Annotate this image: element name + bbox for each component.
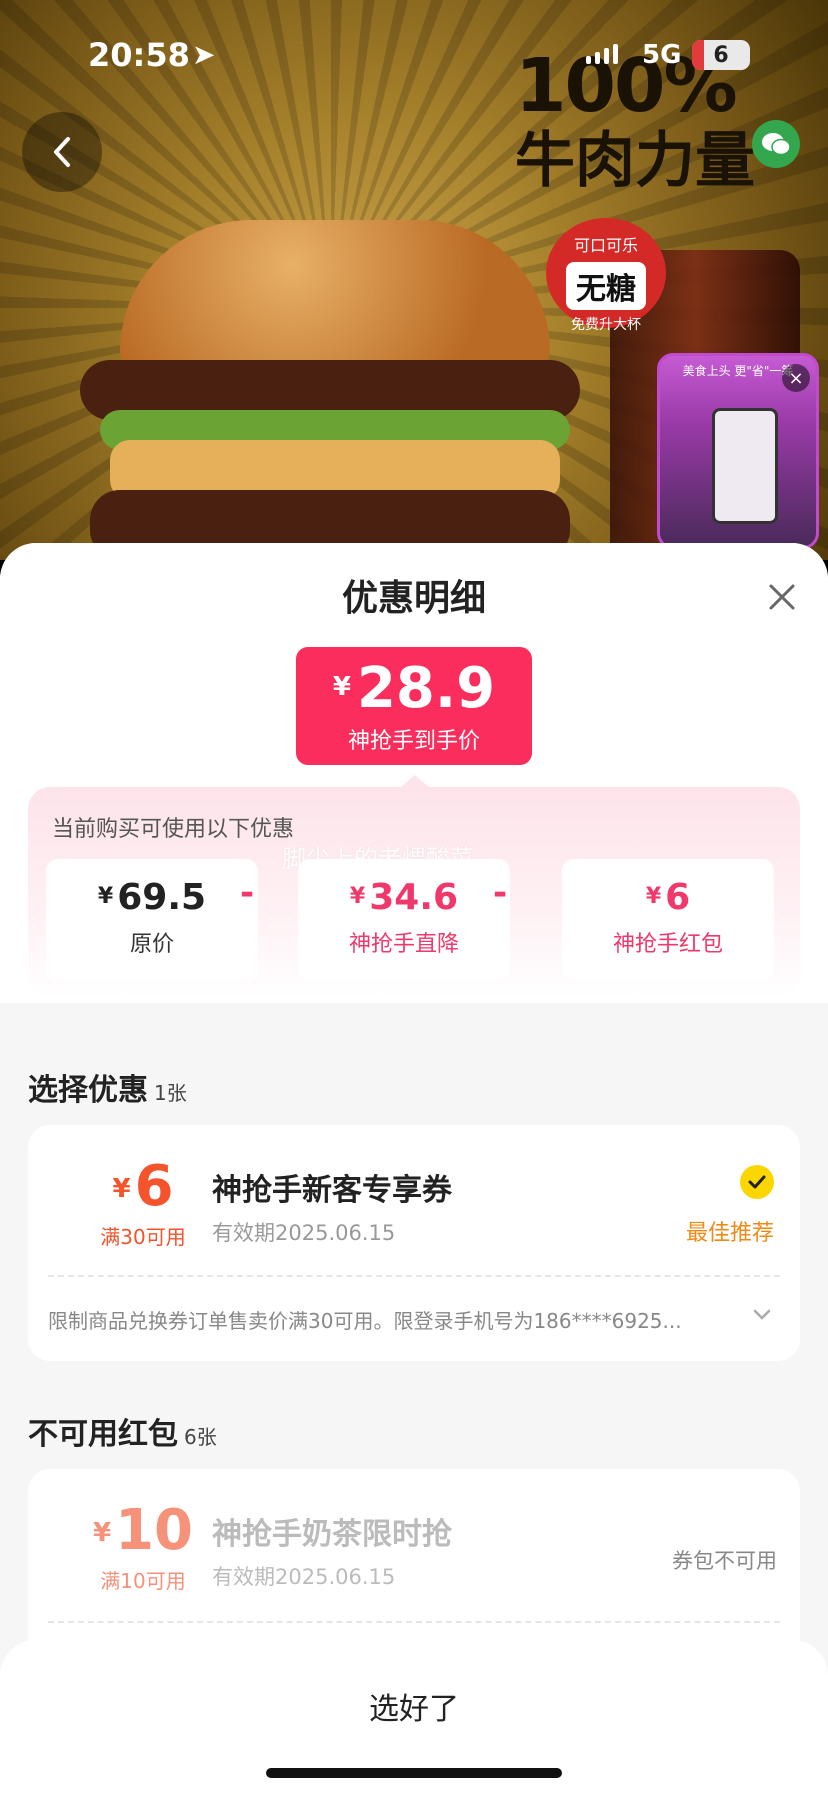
final-price-amount: 28.9	[356, 656, 496, 721]
price-pointer	[401, 775, 429, 787]
badge-brand: 可口可乐	[573, 236, 638, 255]
final-price: ¥28.9	[296, 657, 532, 719]
back-button[interactable]	[22, 112, 102, 192]
battery-icon: 6	[692, 40, 750, 70]
minus-sign: -	[493, 873, 508, 913]
unavailable-count: 6张	[184, 1425, 217, 1449]
home-indicator	[266, 1768, 562, 1778]
chevron-down-icon[interactable]	[752, 1307, 772, 1326]
status-time: 20:58	[88, 36, 190, 74]
close-icon	[769, 584, 795, 610]
hero-title-line2: 牛肉力量	[515, 125, 755, 196]
coupon-value: ¥10 满10可用	[68, 1501, 218, 1594]
phone-image	[712, 408, 778, 524]
signal-icon	[586, 44, 618, 64]
coupon-rule: 限制商品兑换券订单售卖价满30可用。限登录手机号为186****6925...	[48, 1309, 682, 1333]
price-breakdown-panel: 当前购买可使用以下优惠 脚尖上的老煨酸菜 ¥69.5 原价 - ¥34.6 神抢…	[28, 787, 800, 997]
badge-sub: 免费升大杯	[571, 317, 641, 333]
original-price-label: 原价	[129, 932, 174, 957]
direct-discount-value: ¥34.6	[349, 877, 459, 918]
available-title: 选择优惠	[28, 1073, 148, 1108]
sheet-title: 优惠明细	[341, 578, 486, 619]
final-price-currency: ¥	[332, 672, 351, 702]
direct-discount-card: ¥34.6 神抢手直降	[298, 859, 510, 981]
coupon-expiry: 有效期2025.06.15	[212, 1221, 396, 1245]
burger-image	[80, 220, 580, 560]
original-price-card: ¥69.5 原价	[46, 859, 258, 981]
unavailable-title: 不可用红包	[28, 1417, 178, 1452]
close-button[interactable]	[758, 573, 806, 621]
chevron-left-icon	[54, 137, 70, 167]
red-packet-label: 神抢手红包	[612, 932, 723, 957]
unavailable-status: 券包不可用	[672, 1549, 777, 1573]
final-price-label: 神抢手到手价	[347, 729, 480, 754]
hero-banner: 100% 牛肉力量 可口可乐 无糖 免费升大杯 美食上头 更"省"一筹 ×	[0, 0, 828, 560]
red-packet-value: ¥6	[645, 877, 691, 918]
bottom-action-bar: 选好了	[0, 1640, 828, 1795]
unavailable-section-title: 不可用红包 6张	[28, 1409, 217, 1453]
final-price-box: ¥28.9 神抢手到手价	[296, 647, 532, 765]
coupon-expiry: 有效期2025.06.15	[212, 1565, 396, 1589]
network-type: 5G	[642, 40, 682, 70]
best-recommend-tag: 最佳推荐	[686, 1221, 775, 1246]
coupon-card-available[interactable]: ¥6 满30可用 神抢手新客专享券 有效期2025.06.15 最佳推荐 限制商…	[28, 1125, 800, 1361]
location-arrow-icon: ➤	[192, 38, 216, 71]
available-count: 1张	[154, 1081, 187, 1105]
confirm-button[interactable]: 选好了	[0, 1684, 828, 1728]
minus-sign: -	[240, 873, 255, 913]
coupon-condition: 满10可用	[100, 1569, 186, 1593]
badge-main: 无糖	[566, 262, 646, 310]
promo-badge: 可口可乐 无糖 免费升大杯	[546, 218, 666, 333]
dashed-divider	[48, 1621, 780, 1623]
dashed-divider	[48, 1275, 780, 1277]
breakdown-heading: 当前购买可使用以下优惠	[52, 817, 295, 842]
coupon-name: 神抢手奶茶限时抢	[212, 1517, 452, 1552]
wechat-share-icon[interactable]	[752, 120, 800, 168]
coupon-name: 神抢手新客专享券	[212, 1173, 452, 1208]
red-packet-card: ¥6 神抢手红包	[562, 859, 774, 981]
direct-discount-label: 神抢手直降	[348, 932, 459, 957]
check-icon[interactable]	[740, 1165, 774, 1199]
coupon-condition: 满30可用	[100, 1225, 186, 1249]
close-icon[interactable]: ×	[782, 364, 810, 392]
available-section-title: 选择优惠 1张	[28, 1065, 187, 1109]
floating-video[interactable]: 美食上头 更"省"一筹 ×	[657, 353, 819, 549]
original-price-value: ¥69.5	[97, 877, 207, 918]
discount-detail-sheet: 优惠明细 ¥28.9 神抢手到手价 当前购买可使用以下优惠 脚尖上的老煨酸菜 ¥…	[0, 543, 828, 1795]
coupon-value: ¥6 满30可用	[68, 1157, 218, 1250]
coupon-amount: ¥6	[112, 1154, 174, 1219]
battery-level: 6	[713, 42, 729, 68]
coupon-amount: ¥10	[92, 1498, 194, 1563]
